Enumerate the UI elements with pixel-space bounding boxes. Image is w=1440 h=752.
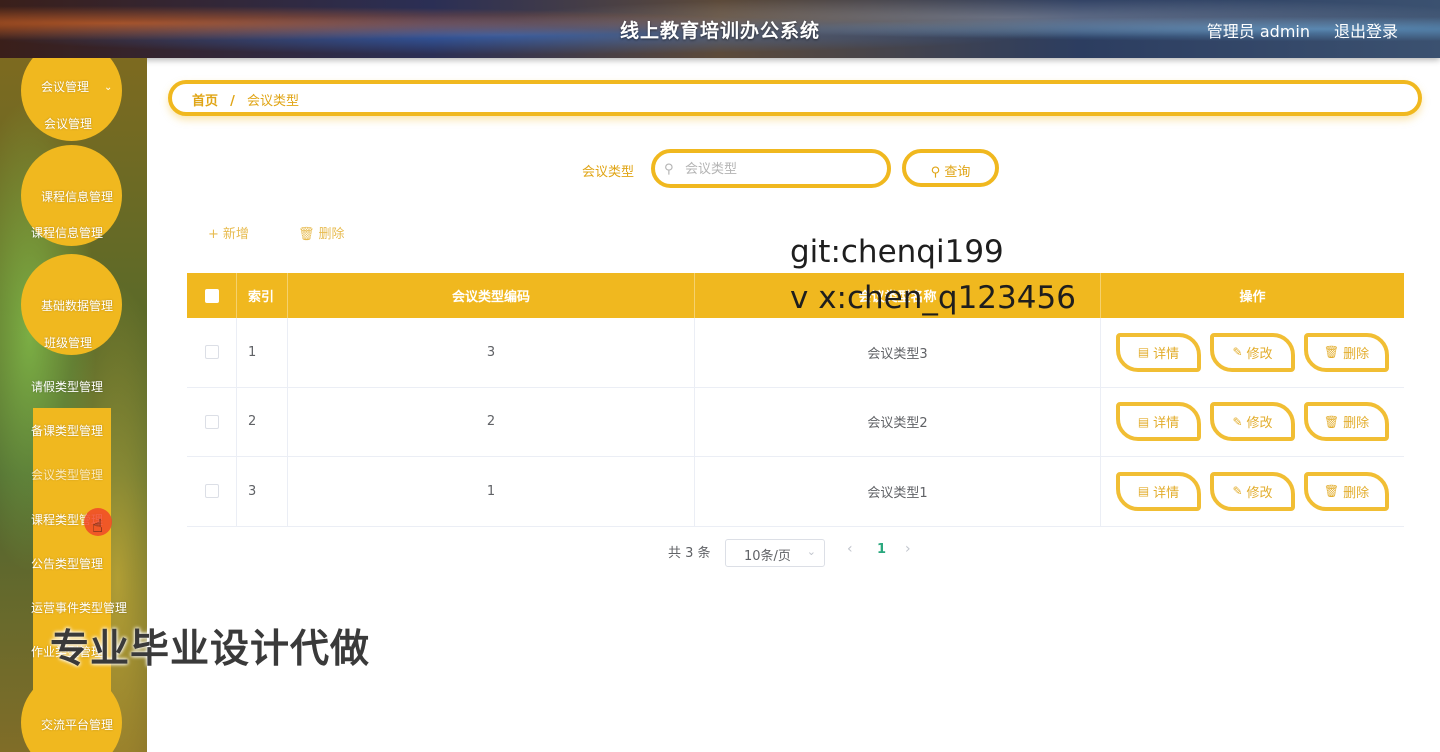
page-size-select[interactable]: 10条/页 ⌄: [725, 539, 825, 567]
sidebar-item-leave-type[interactable]: 请假类型管理: [31, 378, 103, 395]
sidebar-group-course[interactable]: 课程信息管理: [41, 188, 113, 205]
document-icon: ▤: [1137, 414, 1150, 429]
edit-label: 修改: [1246, 346, 1273, 362]
breadcrumb-current: 会议类型: [247, 94, 300, 109]
document-icon: ▤: [1137, 345, 1150, 360]
trash-icon: 🗑: [1323, 414, 1340, 429]
select-all-cell: [187, 273, 237, 318]
row-checkbox[interactable]: [204, 414, 219, 429]
edit-button[interactable]: ✎ 修改: [1210, 332, 1295, 372]
row-checkbox[interactable]: [204, 484, 219, 499]
watermark-git: git:chenqi199: [790, 234, 1004, 270]
sidebar-group-meeting[interactable]: 会议管理: [41, 78, 89, 95]
cell-name: 会议类型2: [695, 387, 1101, 456]
sidebar-item-notice-type[interactable]: 公告类型管理: [31, 555, 103, 572]
sidebar-group-basic-data[interactable]: 基础数据管理: [41, 297, 113, 314]
trash-icon: 🗑: [298, 227, 315, 242]
detail-label: 详情: [1153, 416, 1180, 432]
pencil-icon: ✎: [1232, 484, 1243, 499]
document-icon: ▤: [1137, 484, 1150, 499]
delete-label: 删除: [1343, 416, 1370, 432]
watermark-contact: v x:chen_q123456: [790, 280, 1076, 316]
row-select-cell: [187, 457, 237, 526]
table-row: 1 3 会议类型3 ▤ 详情 ✎ 修改 🗑 删除: [187, 318, 1404, 388]
breadcrumb: 首页 / 会议类型: [168, 80, 1422, 116]
edit-button[interactable]: ✎ 修改: [1210, 402, 1295, 442]
sidebar-item-class[interactable]: 班级管理: [44, 334, 92, 351]
detail-label: 详情: [1153, 485, 1180, 501]
sidebar-item-meeting-type[interactable]: 会议类型管理: [31, 466, 103, 483]
select-all-checkbox[interactable]: [204, 288, 219, 303]
delete-button[interactable]: 🗑 删除: [1304, 332, 1389, 372]
breadcrumb-home[interactable]: 首页: [192, 94, 218, 109]
page-number-current[interactable]: 1: [877, 542, 886, 557]
sidebar-item-meeting[interactable]: 会议管理: [44, 115, 92, 132]
sidebar-item-prep-type[interactable]: 备课类型管理: [31, 422, 103, 439]
delete-label: 删除: [1343, 485, 1370, 501]
watermark-ad: 专业毕业设计代做: [50, 627, 371, 672]
cell-code: 2: [288, 387, 695, 456]
cell-name: 会议类型3: [695, 318, 1101, 387]
plus-icon: +: [208, 227, 219, 242]
chevron-down-icon: ⌄: [806, 545, 816, 558]
trash-icon: 🗑: [1323, 484, 1340, 499]
pencil-icon: ✎: [1232, 345, 1243, 360]
cell-operations: ▤ 详情 ✎ 修改 🗑 删除: [1101, 318, 1404, 387]
prev-page-button[interactable]: ‹: [847, 541, 853, 557]
table-row: 2 2 会议类型2 ▤ 详情 ✎ 修改 🗑 删除: [187, 387, 1404, 457]
chevron-down-icon: ⌄: [104, 82, 113, 93]
search-icon: ⚲: [930, 165, 945, 180]
detail-button[interactable]: ▤ 详情: [1116, 402, 1201, 442]
page-size-value: 10条/页: [744, 549, 791, 564]
row-select-cell: [187, 387, 237, 456]
search-icon: ⚲: [664, 162, 674, 177]
cell-operations: ▤ 详情 ✎ 修改 🗑 删除: [1101, 388, 1404, 457]
table-row: 3 1 会议类型1 ▤ 详情 ✎ 修改 🗑 删除: [187, 457, 1404, 527]
cell-code: 3: [288, 318, 695, 387]
header-operations: 操作: [1239, 290, 1266, 305]
cell-name: 会议类型1: [695, 457, 1101, 526]
search-button-label: 查询: [944, 165, 971, 180]
top-header: 线上教育培训办公系统 管理员 admin 退出登录: [0, 0, 1440, 58]
detail-button[interactable]: ▤ 详情: [1116, 471, 1201, 511]
detail-button[interactable]: ▤ 详情: [1116, 332, 1201, 372]
row-select-cell: [187, 318, 237, 387]
row-checkbox[interactable]: [204, 345, 219, 360]
delete-button[interactable]: 🗑 删除: [1304, 471, 1389, 511]
sidebar-group-forum[interactable]: 交流平台管理: [41, 716, 113, 733]
search-input[interactable]: [685, 159, 875, 179]
trash-icon: 🗑: [1323, 345, 1340, 360]
delete-button[interactable]: 🗑 删除: [1304, 402, 1389, 442]
sidebar-item-event-type[interactable]: 运营事件类型管理: [31, 599, 127, 616]
hand-cursor-icon: ☝: [92, 516, 103, 537]
cell-index: 3: [237, 457, 288, 526]
sidebar-item-course[interactable]: 课程信息管理: [31, 224, 103, 241]
search-label: 会议类型: [582, 165, 635, 180]
cell-index: 1: [237, 318, 288, 387]
add-button-label: 新增: [222, 227, 249, 242]
edit-label: 修改: [1246, 485, 1273, 501]
pencil-icon: ✎: [1232, 414, 1243, 429]
delete-label: 删除: [1343, 346, 1370, 362]
cell-code: 1: [288, 457, 695, 526]
bulk-delete-label: 删除: [318, 227, 345, 242]
search-field[interactable]: ⚲: [651, 149, 891, 188]
logout-link[interactable]: 退出登录: [1334, 18, 1398, 42]
pagination-total: 共 3 条: [668, 546, 711, 561]
cell-operations: ▤ 详情 ✎ 修改 🗑 删除: [1101, 457, 1404, 526]
cell-index: 2: [237, 387, 288, 456]
header-code: 会议类型编码: [288, 273, 695, 318]
header-index: 索引: [237, 273, 288, 318]
breadcrumb-separator: /: [230, 94, 235, 109]
bulk-delete-button[interactable]: 🗑 删除: [298, 223, 345, 242]
current-user: 管理员 admin: [1206, 22, 1310, 41]
add-button[interactable]: + 新增: [208, 223, 249, 242]
search-button[interactable]: ⚲ 查询: [902, 149, 999, 187]
next-page-button[interactable]: ›: [905, 541, 911, 557]
edit-button[interactable]: ✎ 修改: [1210, 471, 1295, 511]
detail-label: 详情: [1153, 346, 1180, 362]
edit-label: 修改: [1246, 416, 1273, 432]
